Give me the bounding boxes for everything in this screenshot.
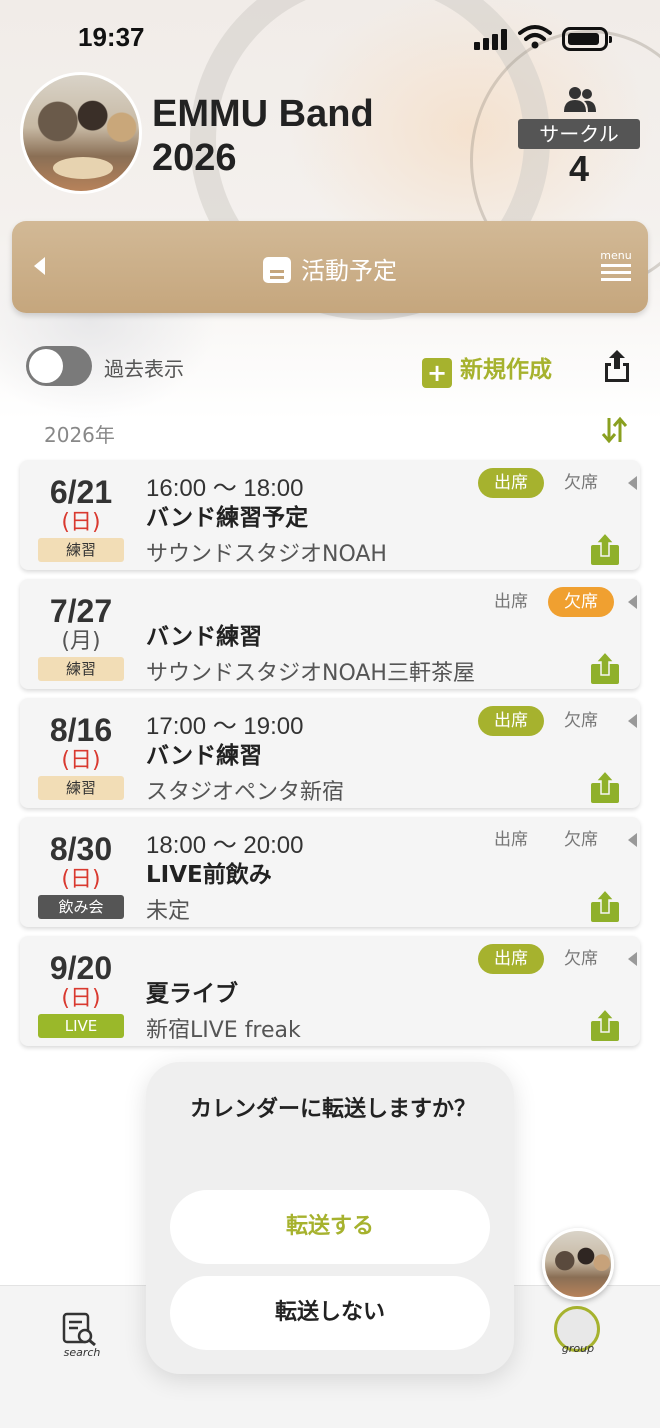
event-card[interactable]: 7/27 (月) 練習 バンド練習 サウンドスタジオNOAH三軒茶屋 出席 欠席 bbox=[20, 579, 640, 689]
event-location: スタジオペンタ新宿 bbox=[146, 780, 345, 805]
share-icon[interactable] bbox=[590, 770, 620, 804]
event-title: 夏ライブ bbox=[146, 981, 238, 1007]
floating-group-avatar[interactable] bbox=[542, 1228, 614, 1300]
calendar-icon bbox=[263, 257, 291, 283]
event-location: サウンドスタジオNOAH三軒茶屋 bbox=[146, 661, 475, 686]
event-day-of-week: (月) bbox=[61, 629, 101, 654]
event-card[interactable]: 8/30 (日) 飲み会 18:00 〜 20:00 LIVE前飲み 未定 出席… bbox=[20, 817, 640, 927]
group-avatar[interactable] bbox=[20, 72, 142, 194]
share-icon[interactable] bbox=[590, 889, 620, 923]
circle-type-badge: サークル bbox=[518, 119, 640, 149]
tab-search-label: search bbox=[63, 1346, 101, 1359]
event-category-badge: 飲み会 bbox=[38, 895, 124, 919]
battery-icon bbox=[562, 27, 612, 51]
calendar-transfer-dialog: カレンダーに転送しますか？ 転送する 転送しない bbox=[146, 1062, 514, 1374]
dialog-message: カレンダーに転送しますか？ bbox=[190, 1097, 477, 1122]
caret-left-icon[interactable] bbox=[628, 833, 637, 847]
nav-title-label: 活動予定 bbox=[301, 257, 397, 285]
share-icon[interactable] bbox=[590, 532, 620, 566]
menu-label: menu bbox=[600, 249, 632, 262]
event-category-badge: 練習 bbox=[38, 776, 124, 800]
share-icon[interactable] bbox=[590, 651, 620, 685]
event-category-badge: 練習 bbox=[38, 538, 124, 562]
tab-group[interactable]: group bbox=[548, 1306, 608, 1358]
caret-left-icon[interactable] bbox=[628, 952, 637, 966]
event-location: 未定 bbox=[146, 899, 191, 924]
event-card[interactable]: 6/21 (日) 練習 16:00 〜 18:00 バンド練習予定 サウンドスタ… bbox=[20, 460, 640, 570]
event-day-of-week: (日) bbox=[61, 986, 101, 1011]
event-card[interactable]: 8/16 (日) 練習 17:00 〜 19:00 バンド練習 スタジオペンタ新… bbox=[20, 698, 640, 808]
event-title: LIVE前飲み bbox=[146, 862, 272, 888]
event-category-badge: 練習 bbox=[38, 657, 124, 681]
attend-button[interactable]: 出席 bbox=[478, 706, 544, 736]
year-label: 2026年 bbox=[44, 423, 115, 447]
create-new-label: 新規作成 bbox=[460, 357, 552, 383]
event-category-badge: LIVE bbox=[38, 1014, 124, 1038]
schedule-nav-title: 活動予定 bbox=[12, 251, 648, 286]
absent-button[interactable]: 欠席 bbox=[548, 468, 614, 498]
share-icon[interactable] bbox=[590, 1008, 620, 1042]
group-title: EMMU Band 2026 bbox=[152, 92, 374, 180]
menu-button[interactable]: menu bbox=[598, 249, 634, 285]
group-name-line2: 2026 bbox=[152, 137, 237, 179]
attend-button[interactable]: 出席 bbox=[478, 468, 544, 498]
tab-group-label: group bbox=[561, 1342, 595, 1355]
event-card[interactable]: 9/20 (日) LIVE 夏ライブ 新宿LIVE freak 出席 欠席 bbox=[20, 936, 640, 1046]
event-day-of-week: (日) bbox=[61, 867, 101, 892]
event-title: バンド練習 bbox=[146, 743, 263, 769]
status-bar: 19:37 bbox=[0, 0, 660, 80]
add-icon: + bbox=[422, 358, 452, 388]
share-icon[interactable] bbox=[602, 349, 632, 383]
create-new-button[interactable]: + 新規作成 bbox=[422, 350, 552, 388]
members-icon bbox=[564, 87, 596, 112]
past-display-toggle[interactable] bbox=[26, 346, 92, 386]
status-time: 19:37 bbox=[78, 22, 145, 52]
attend-button[interactable]: 出席 bbox=[478, 587, 544, 617]
caret-left-icon[interactable] bbox=[628, 595, 637, 609]
absent-button[interactable]: 欠席 bbox=[548, 825, 614, 855]
absent-button[interactable]: 欠席 bbox=[548, 944, 614, 974]
absent-button[interactable]: 欠席 bbox=[548, 706, 614, 736]
transfer-cancel-button[interactable]: 転送しない bbox=[170, 1276, 490, 1350]
event-location: サウンドスタジオNOAH bbox=[146, 542, 387, 567]
event-location: 新宿LIVE freak bbox=[146, 1018, 301, 1043]
schedule-nav-banner: 活動予定 menu bbox=[12, 221, 648, 313]
attend-button[interactable]: 出席 bbox=[478, 825, 544, 855]
past-display-label: 過去表示 bbox=[104, 357, 184, 381]
caret-left-icon[interactable] bbox=[628, 476, 637, 490]
group-name-line1: EMMU Band bbox=[152, 93, 374, 135]
tab-search[interactable]: search bbox=[54, 1312, 110, 1359]
cellular-signal-icon bbox=[474, 28, 510, 50]
caret-left-icon[interactable] bbox=[628, 714, 637, 728]
search-icon bbox=[62, 1312, 96, 1346]
absent-button[interactable]: 欠席 bbox=[548, 587, 614, 617]
sort-icon[interactable] bbox=[601, 416, 627, 444]
transfer-confirm-button[interactable]: 転送する bbox=[170, 1190, 490, 1264]
event-title: バンド練習 bbox=[146, 624, 263, 650]
menu-icon bbox=[601, 264, 631, 267]
event-title: バンド練習予定 bbox=[146, 505, 309, 531]
event-day-of-week: (日) bbox=[61, 748, 101, 773]
member-count: 4 bbox=[568, 148, 590, 189]
attend-button[interactable]: 出席 bbox=[478, 944, 544, 974]
wifi-icon bbox=[518, 25, 552, 49]
event-day-of-week: (日) bbox=[61, 510, 101, 535]
